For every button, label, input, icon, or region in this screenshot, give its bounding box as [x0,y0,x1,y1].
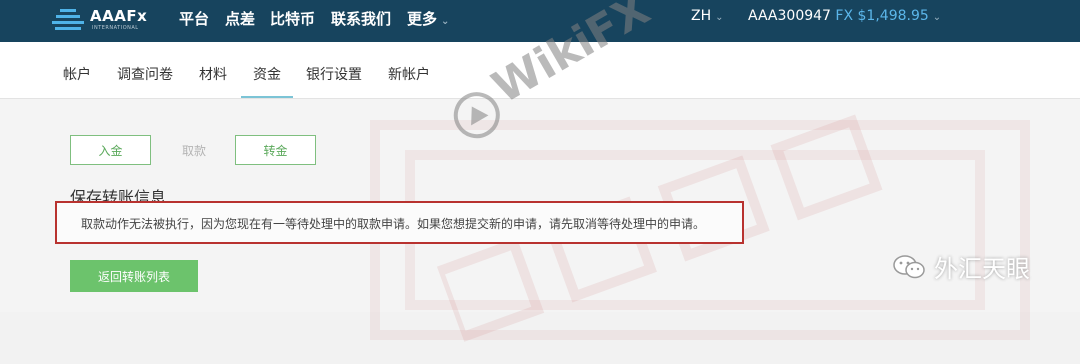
transfer-button[interactable]: 转金 [235,135,316,165]
chevron-down-icon: ⌄ [441,16,450,27]
nav-platform[interactable]: 平台 [179,8,209,29]
tab-funds[interactable]: 资金 [253,64,281,84]
deposit-button[interactable]: 入金 [70,135,151,165]
wechat-caption-text: 外汇天眼 [934,255,1030,283]
brand-logo[interactable]: AAAFx INTERNATIONAL [52,7,162,35]
chevron-down-icon: ⌄ [715,12,724,23]
tab-documents[interactable]: 材料 [199,64,227,84]
active-tab-indicator [241,96,293,98]
nav-spreads[interactable]: 点差 [225,8,255,29]
language-selector[interactable]: ZH ⌄ [691,8,724,24]
chevron-down-icon: ⌄ [932,12,942,23]
wechat-caption: 外汇天眼 [892,249,1030,284]
back-to-transfer-list-button[interactable]: 返回转账列表 [70,260,198,292]
error-message: 取款动作无法被执行，因为您现在有一等待处理中的取款申请。如果您想提交新的申请，请… [81,217,706,231]
account-menu[interactable]: AAA300947 FX $1,498.95 ⌄ [748,8,941,24]
error-alert: 取款动作无法被执行，因为您现在有一等待处理中的取款申请。如果您想提交新的申请，请… [55,201,744,244]
logo-icon [52,9,84,30]
nav-more-label: 更多 [407,10,438,28]
account-id: AAA300947 [748,8,831,24]
tab-account[interactable]: 帐户 [63,64,91,84]
wechat-icon [893,254,925,278]
withdraw-button[interactable]: 取款 [152,135,236,165]
tab-new-account[interactable]: 新帐户 [388,64,430,84]
account-balance: FX $1,498.95 [835,8,929,24]
nav-bitcoin[interactable]: 比特币 [270,8,315,29]
tab-questionnaire[interactable]: 调查问卷 [117,64,173,84]
tab-bank-settings[interactable]: 银行设置 [306,64,362,84]
brand-subtitle: INTERNATIONAL [92,25,139,31]
language-label: ZH [691,8,712,24]
brand-name: AAAFx [90,7,148,25]
nav-contact-us[interactable]: 联系我们 [331,8,391,29]
nav-more[interactable]: 更多 ⌄ [407,8,449,29]
